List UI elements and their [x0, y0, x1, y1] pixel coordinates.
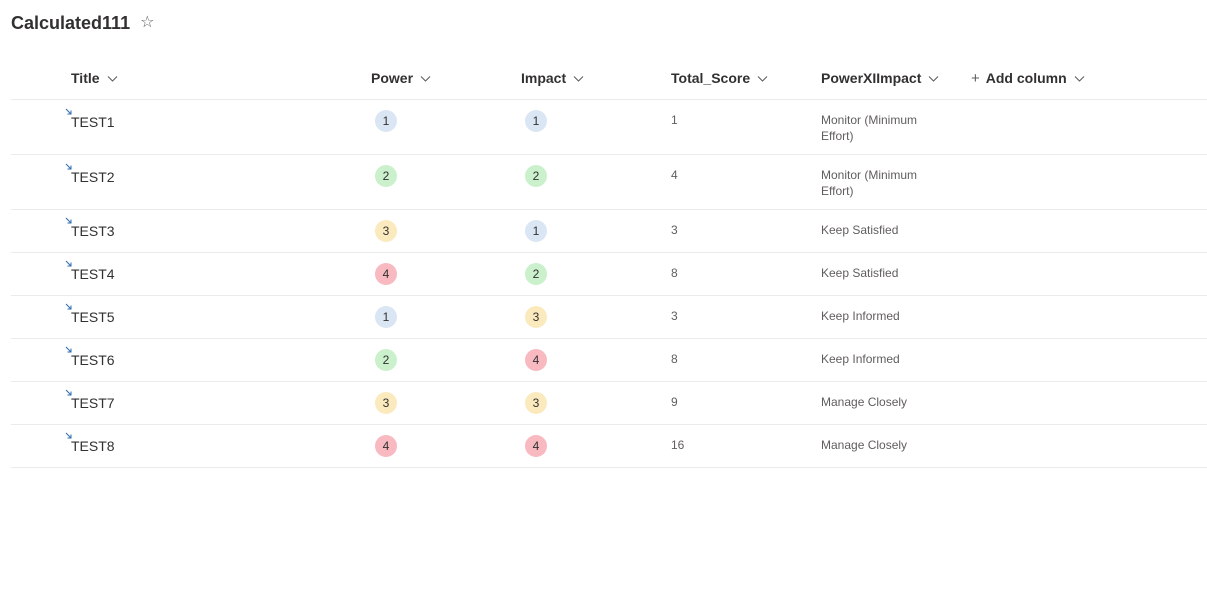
power-badge: 1 [375, 110, 397, 132]
impact-badge: 4 [525, 349, 547, 371]
new-item-icon [65, 432, 73, 440]
power-badge: 3 [375, 220, 397, 242]
item-title-text: TEST5 [71, 309, 115, 325]
item-title-link[interactable]: TEST1 [65, 108, 115, 130]
chevron-down-icon [107, 73, 118, 84]
table-row[interactable]: TEST6 2 4 8 Keep Informed [11, 339, 1207, 382]
item-title-link[interactable]: TEST2 [65, 163, 115, 185]
column-header-label: Title [71, 70, 100, 86]
new-item-icon [65, 260, 73, 268]
list-page: Calculated111 ☆ Title Power Impact Total… [0, 0, 1207, 591]
impact-badge: 2 [525, 165, 547, 187]
column-header-label: Impact [521, 70, 567, 86]
chevron-down-icon [573, 73, 584, 84]
power-x-impact-cell: Monitor (Minimum Effort) [821, 168, 918, 198]
chevron-down-icon [1074, 73, 1085, 84]
item-title-link[interactable]: TEST4 [65, 260, 115, 282]
power-badge: 4 [375, 263, 397, 285]
list-header: Calculated111 ☆ [11, 10, 154, 36]
list-title: Calculated111 [11, 12, 131, 33]
total-score-cell: 9 [671, 395, 678, 409]
power-badge: 4 [375, 435, 397, 457]
item-title-text: TEST2 [71, 169, 115, 185]
total-score-cell: 16 [671, 438, 685, 452]
total-score-cell: 3 [671, 223, 678, 237]
item-title-text: TEST8 [71, 438, 115, 454]
column-header-power[interactable]: Power [371, 58, 431, 98]
power-x-impact-cell: Monitor (Minimum Effort) [821, 113, 918, 143]
power-badge: 2 [375, 165, 397, 187]
power-badge: 1 [375, 306, 397, 328]
chevron-down-icon [757, 73, 768, 84]
table-row[interactable]: TEST8 4 4 16 Manage Closely [11, 425, 1207, 468]
chevron-down-icon [420, 73, 431, 84]
total-score-cell: 3 [671, 309, 678, 323]
new-item-icon [65, 217, 73, 225]
item-title-text: TEST6 [71, 352, 115, 368]
table-row[interactable]: TEST2 2 2 4 Monitor (Minimum Effort) [11, 155, 1207, 210]
power-x-impact-cell: Manage Closely [821, 395, 908, 409]
table-row[interactable]: TEST1 1 1 1 Monitor (Minimum Effort) [11, 100, 1207, 155]
new-item-icon [65, 303, 73, 311]
impact-badge: 3 [525, 306, 547, 328]
impact-badge: 4 [525, 435, 547, 457]
impact-badge: 2 [525, 263, 547, 285]
power-x-impact-cell: Keep Satisfied [821, 223, 899, 237]
item-title-link[interactable]: TEST8 [65, 432, 115, 454]
new-item-icon [65, 163, 73, 171]
total-score-cell: 8 [671, 352, 678, 366]
column-header-label: Power [371, 70, 414, 86]
table-row[interactable]: TEST5 1 3 3 Keep Informed [11, 296, 1207, 339]
item-title-link[interactable]: TEST6 [65, 346, 115, 368]
plus-icon: + [971, 69, 980, 87]
column-header-title[interactable]: Title [71, 58, 118, 98]
impact-badge: 1 [525, 110, 547, 132]
star-outline-icon[interactable]: ☆ [140, 15, 154, 31]
power-x-impact-cell: Keep Informed [821, 309, 900, 323]
item-title-link[interactable]: TEST5 [65, 303, 115, 325]
total-score-cell: 8 [671, 266, 678, 280]
add-column-button[interactable]: + Add column [971, 58, 1085, 98]
power-x-impact-cell: Manage Closely [821, 438, 908, 452]
chevron-down-icon [928, 73, 939, 84]
power-badge: 2 [375, 349, 397, 371]
item-title-link[interactable]: TEST7 [65, 389, 115, 411]
new-item-icon [65, 389, 73, 397]
column-header-row: Title Power Impact Total_Score PowerXIIm… [11, 58, 1207, 100]
item-title-link[interactable]: TEST3 [65, 217, 115, 239]
item-title-text: TEST3 [71, 223, 115, 239]
column-header-impact[interactable]: Impact [521, 58, 584, 98]
table-row[interactable]: TEST3 3 1 3 Keep Satisfied [11, 210, 1207, 253]
power-badge: 3 [375, 392, 397, 414]
total-score-cell: 1 [671, 113, 678, 127]
table-row[interactable]: TEST4 4 2 8 Keep Satisfied [11, 253, 1207, 296]
item-title-text: TEST1 [71, 114, 115, 130]
column-header-label: PowerXIImpact [821, 70, 922, 86]
column-header-power-x-impact[interactable]: PowerXIImpact [821, 58, 939, 98]
new-item-icon [65, 346, 73, 354]
power-x-impact-cell: Keep Informed [821, 352, 900, 366]
power-x-impact-cell: Keep Satisfied [821, 266, 899, 280]
new-item-icon [65, 108, 73, 116]
item-title-text: TEST4 [71, 266, 115, 282]
table-row[interactable]: TEST7 3 3 9 Manage Closely [11, 382, 1207, 425]
list-grid: Title Power Impact Total_Score PowerXIIm… [11, 58, 1207, 468]
add-column-label: Add column [985, 70, 1067, 86]
item-title-text: TEST7 [71, 395, 115, 411]
column-header-total-score[interactable]: Total_Score [671, 58, 768, 98]
total-score-cell: 4 [671, 168, 678, 182]
column-header-label: Total_Score [671, 70, 751, 86]
impact-badge: 3 [525, 392, 547, 414]
impact-badge: 1 [525, 220, 547, 242]
